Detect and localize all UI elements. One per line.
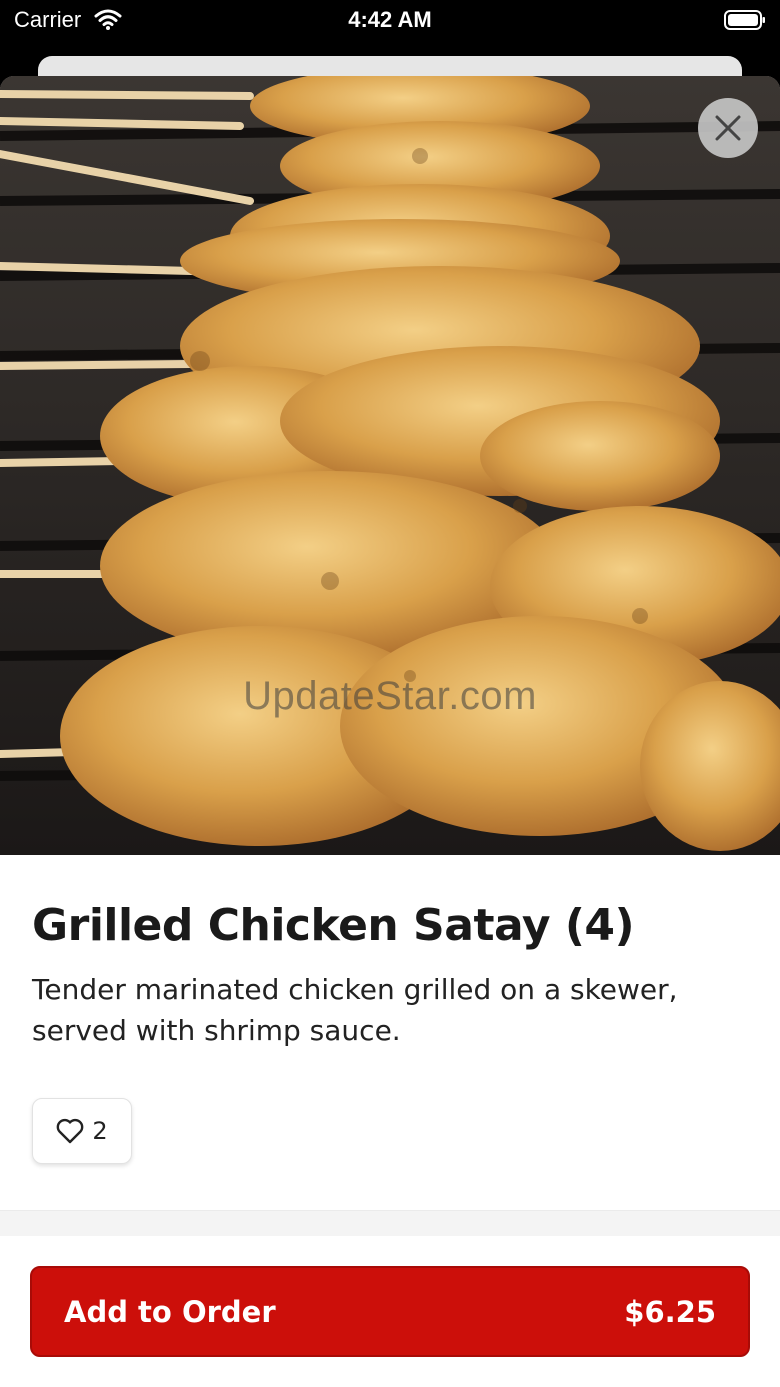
item-details: Grilled Chicken Satay (4) Tender marinat… bbox=[32, 900, 748, 1051]
status-bar: Carrier 4:42 AM bbox=[0, 0, 780, 40]
status-time: 4:42 AM bbox=[348, 7, 432, 32]
close-button[interactable] bbox=[698, 98, 758, 158]
heart-outline-icon bbox=[57, 1118, 84, 1144]
item-title: Grilled Chicken Satay (4) bbox=[32, 900, 635, 951]
item-detail-sheet: UpdateStar.com Grilled Chicken Satay (4)… bbox=[0, 76, 780, 1387]
like-count: 2 bbox=[92, 1117, 108, 1145]
add-to-order-label: Add to Order bbox=[64, 1294, 276, 1329]
battery-icon bbox=[724, 10, 765, 30]
watermark-text: UpdateStar.com bbox=[243, 674, 537, 718]
order-price: $6.25 bbox=[624, 1294, 716, 1329]
section-divider bbox=[0, 1210, 780, 1236]
like-button[interactable]: 2 bbox=[32, 1098, 132, 1164]
close-icon bbox=[715, 115, 741, 141]
add-to-order-button[interactable]: Add to Order $6.25 bbox=[30, 1266, 750, 1357]
item-photo: UpdateStar.com bbox=[0, 76, 780, 855]
item-description: Tender marinated chicken grilled on a sk… bbox=[32, 973, 678, 1047]
chicken-satay-illustration bbox=[0, 76, 780, 855]
